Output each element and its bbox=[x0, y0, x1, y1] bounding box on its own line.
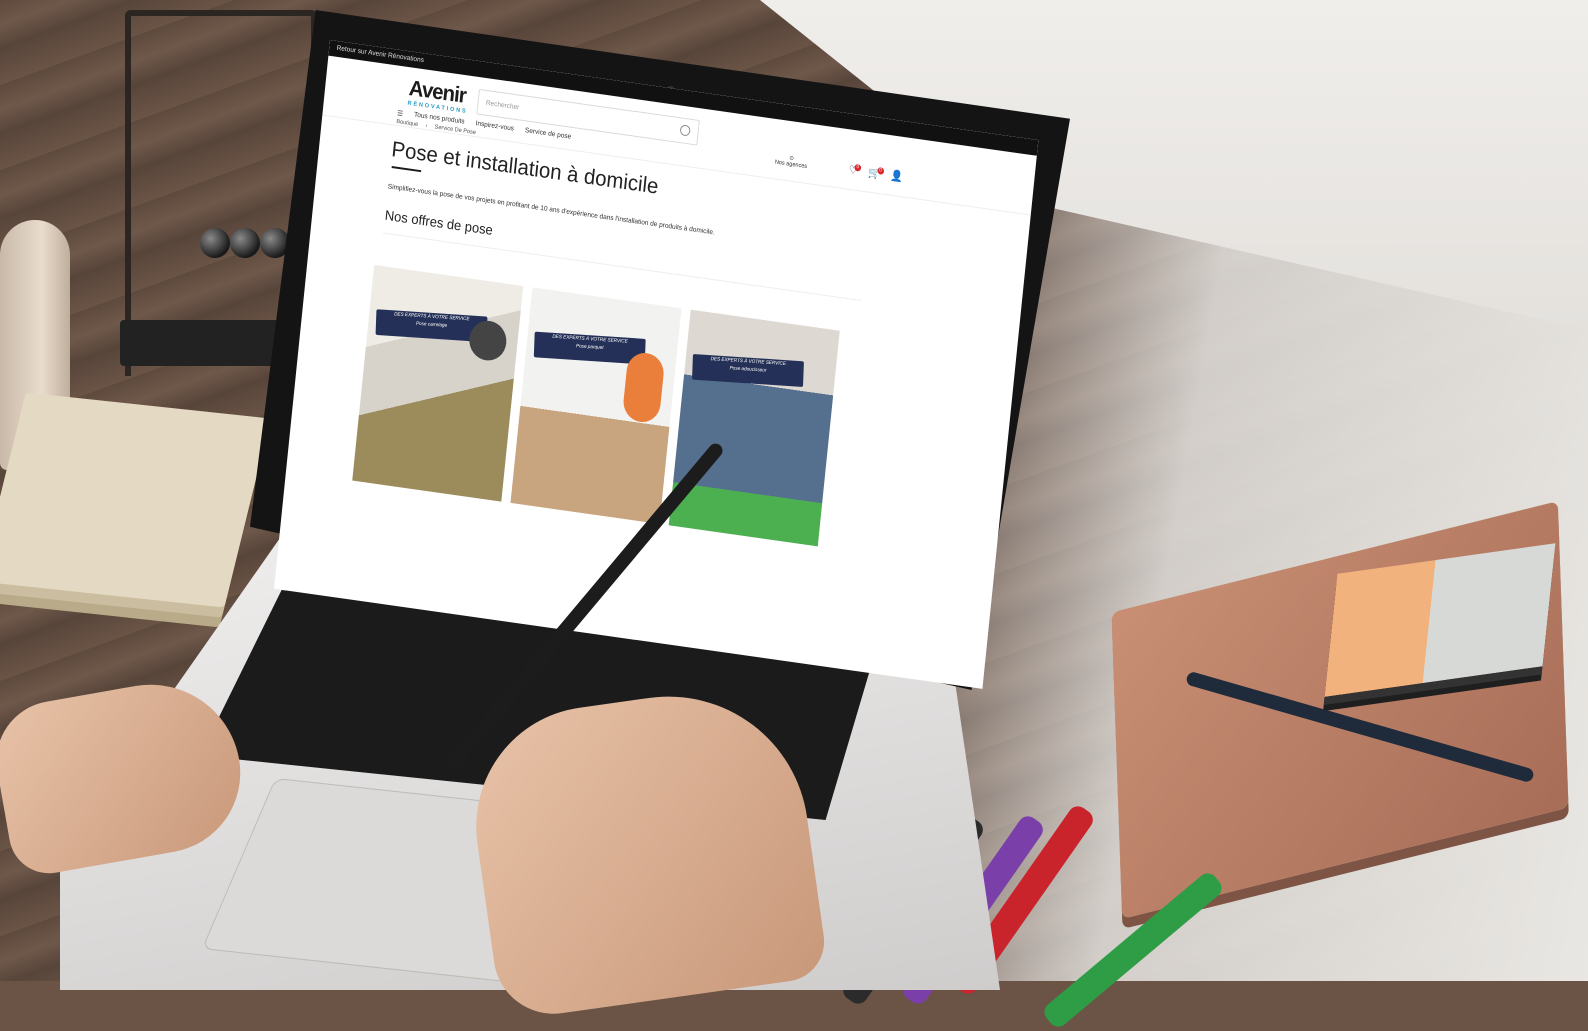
card-banner: DES EXPERTS À VOTRE SERVICE Pose adoucis… bbox=[692, 353, 804, 387]
title-underline bbox=[391, 166, 422, 173]
offer-cards: DES EXPERTS À VOTRE SERVICE Pose carrela… bbox=[352, 264, 840, 547]
nav-inspiration[interactable]: Inspirez-vous bbox=[475, 120, 514, 133]
cart-icon[interactable]: 🛒0 bbox=[867, 166, 884, 181]
offer-card-softener[interactable]: DES EXPERTS À VOTRE SERVICE Pose adoucis… bbox=[668, 309, 840, 547]
cart-badge: 0 bbox=[876, 167, 884, 175]
cradle-ball bbox=[230, 228, 260, 258]
wishlist-badge: 0 bbox=[854, 163, 862, 172]
laptop-screen: Retour sur Avenir Rénovations Avenir RÉN… bbox=[274, 40, 1039, 689]
menu-icon[interactable]: ☰ bbox=[397, 109, 404, 118]
cradle-ball bbox=[200, 228, 230, 258]
heart-icon[interactable]: ♡0 bbox=[848, 163, 862, 177]
user-icon[interactable]: 👤 bbox=[890, 169, 904, 184]
breadcrumb-separator: › bbox=[425, 123, 428, 130]
offers-title: Nos offres de pose bbox=[384, 206, 494, 238]
header-icons: ♡0 🛒0 👤 bbox=[848, 163, 904, 184]
offer-card-tiling[interactable]: DES EXPERTS À VOTRE SERVICE Pose carrela… bbox=[352, 264, 524, 502]
card-banner: DES EXPERTS À VOTRE SERVICE Pose parquet bbox=[533, 331, 646, 365]
search-icon[interactable] bbox=[679, 124, 691, 137]
worker-figure bbox=[621, 350, 666, 425]
notebook-left bbox=[0, 392, 271, 608]
nav-service[interactable]: Service de pose bbox=[524, 127, 572, 141]
agencies-link[interactable]: ⊙ Nos agences bbox=[775, 153, 809, 170]
offer-card-parquet[interactable]: DES EXPERTS À VOTRE SERVICE Pose parquet bbox=[510, 287, 682, 524]
logo[interactable]: Avenir RÉNOVATIONS bbox=[407, 75, 470, 115]
